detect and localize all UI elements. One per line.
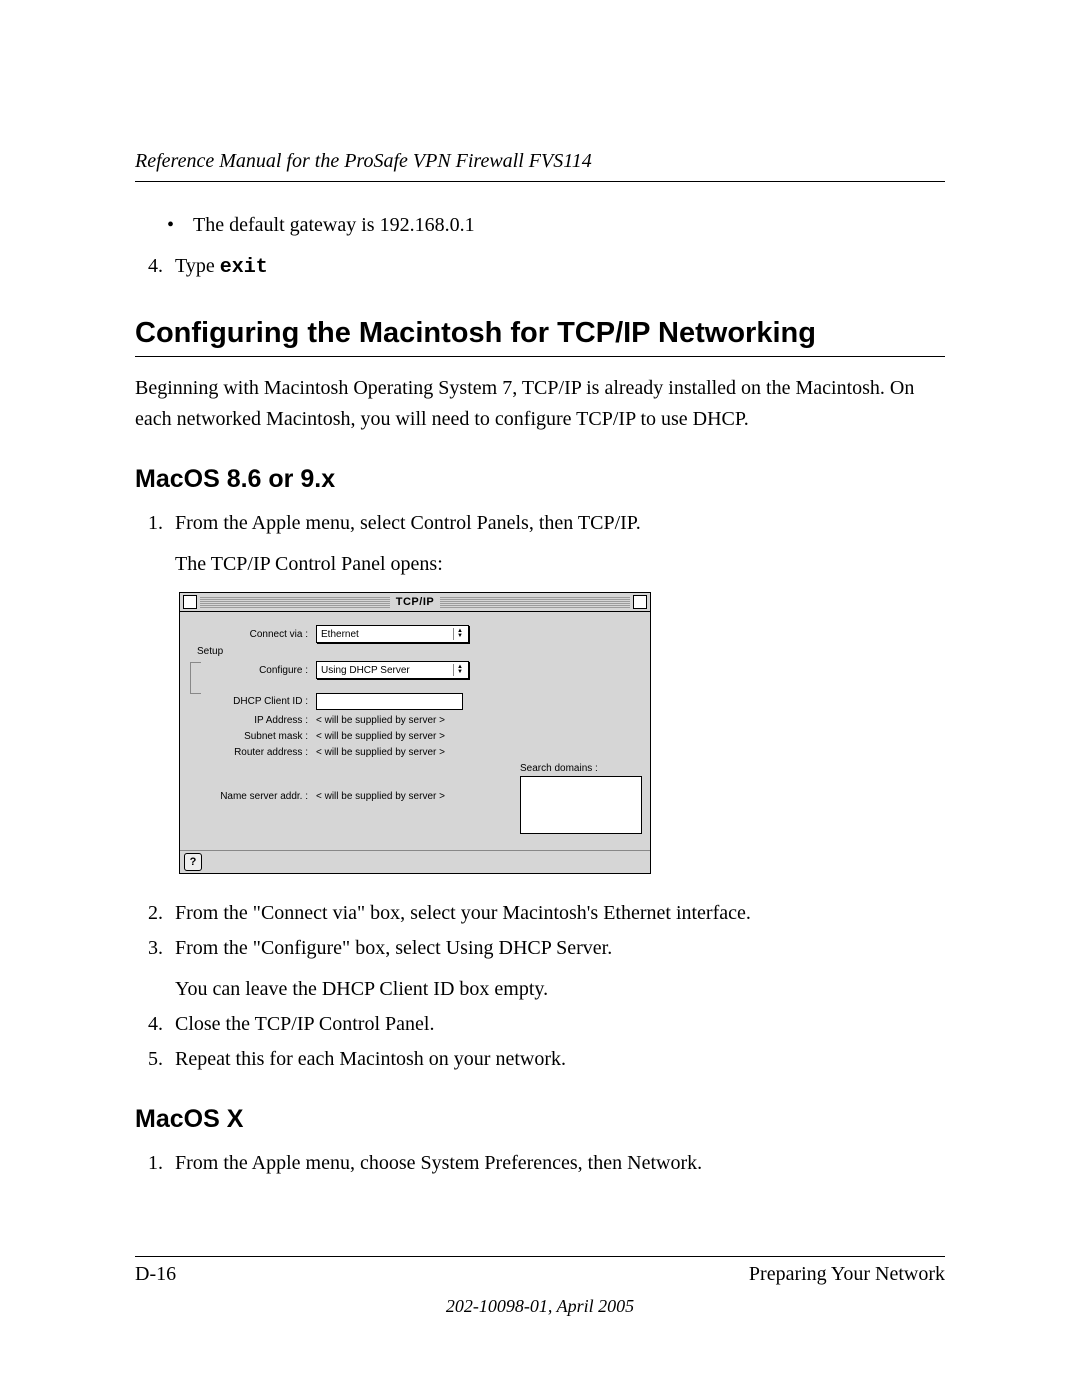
label-subnet-mask: Subnet mask : <box>188 731 316 742</box>
step-text: Type <box>175 255 220 277</box>
footer-rule <box>135 1256 945 1257</box>
macosx-step-1: 1. From the Apple menu, choose System Pr… <box>135 1148 945 1179</box>
updown-arrows-icon: ▲▼ <box>453 628 466 640</box>
bullet-list: The default gateway is 192.168.0.1 <box>135 210 945 241</box>
window-titlebar: TCP/IP <box>180 593 650 612</box>
select-value: Ethernet <box>321 629 359 640</box>
section-heading: Configuring the Macintosh for TCP/IP Net… <box>135 317 945 357</box>
step-line-2: The TCP/IP Control Panel opens: <box>175 549 945 580</box>
label-router-address: Router address : <box>188 747 316 758</box>
label-dhcp-client-id: DHCP Client ID : <box>188 696 316 707</box>
step-body: Type exit <box>175 251 945 283</box>
command-text: exit <box>220 256 268 279</box>
row-configure: Configure : Using DHCP Server ▲▼ <box>188 661 642 679</box>
step-line-2: You can leave the DHCP Client ID box emp… <box>175 974 945 1005</box>
macos9-step-3: 3. From the "Configure" box, select Usin… <box>135 933 945 1005</box>
row-name-server: Name server addr. : < will be supplied b… <box>188 791 445 802</box>
titlebar-stripes: TCP/IP <box>200 596 630 608</box>
step-body: From the Apple menu, select Control Pane… <box>175 508 945 580</box>
value-ip-address: < will be supplied by server > <box>316 715 445 726</box>
macos9-step-1: 1. From the Apple menu, select Control P… <box>135 508 945 580</box>
label-name-server: Name server addr. : <box>188 791 316 802</box>
updown-arrows-icon: ▲▼ <box>453 664 466 676</box>
row-connect-via: Connect via : Ethernet ▲▼ <box>188 625 642 643</box>
step-body: Close the TCP/IP Control Panel. <box>175 1009 945 1040</box>
running-header: Reference Manual for the ProSafe VPN Fir… <box>135 150 945 182</box>
label-connect-via: Connect via : <box>188 629 316 640</box>
step-line-1: From the Apple menu, select Control Pane… <box>175 508 945 539</box>
step-number: 5. <box>135 1044 163 1075</box>
help-icon[interactable]: ? <box>184 853 202 871</box>
subsection-macos-86-9x: MacOS 8.6 or 9.x <box>135 465 945 494</box>
setup-group-border <box>190 662 201 694</box>
close-box-icon[interactable] <box>183 595 197 609</box>
tcpip-window: TCP/IP Connect via : Ethernet ▲▼ Setup <box>179 592 651 874</box>
step-line-1: From the "Configure" box, select Using D… <box>175 933 945 964</box>
step-number: 1. <box>135 508 163 580</box>
bullet-item-default-gateway: The default gateway is 192.168.0.1 <box>135 210 945 241</box>
footer-doc-id: 202-10098-01, April 2005 <box>135 1296 945 1317</box>
row-subnet-mask: Subnet mask : < will be supplied by serv… <box>188 731 642 742</box>
intro-paragraph: Beginning with Macintosh Operating Syste… <box>135 373 945 435</box>
macos9-step-5: 5. Repeat this for each Macintosh on you… <box>135 1044 945 1075</box>
row-dhcp-client-id: DHCP Client ID : <box>188 693 642 710</box>
macos9-step-4: 4. Close the TCP/IP Control Panel. <box>135 1009 945 1040</box>
window-body: Connect via : Ethernet ▲▼ Setup Configur… <box>180 612 650 844</box>
step-number: 3. <box>135 933 163 1005</box>
step-number: 2. <box>135 898 163 929</box>
select-value: Using DHCP Server <box>321 665 410 676</box>
zoom-box-icon[interactable] <box>633 595 647 609</box>
tcpip-panel-figure: TCP/IP Connect via : Ethernet ▲▼ Setup <box>179 592 945 874</box>
step-body: Repeat this for each Macintosh on your n… <box>175 1044 945 1075</box>
footer-row: D-16 Preparing Your Network <box>135 1263 945 1286</box>
window-footer: ? <box>180 850 650 873</box>
page-footer: D-16 Preparing Your Network 202-10098-01… <box>135 1256 945 1317</box>
macos9-step-2: 2. From the "Connect via" box, select yo… <box>135 898 945 929</box>
row-router-address: Router address : < will be supplied by s… <box>188 747 642 758</box>
input-dhcp-client-id[interactable] <box>316 693 463 710</box>
subsection-macos-x: MacOS X <box>135 1105 945 1134</box>
row-ip-address: IP Address : < will be supplied by serve… <box>188 715 642 726</box>
textarea-search-domains[interactable] <box>520 776 642 834</box>
window-title: TCP/IP <box>390 596 440 608</box>
step-4-type-exit: 4. Type exit <box>135 251 945 283</box>
step-number: 1. <box>135 1148 163 1179</box>
label-configure: Configure : <box>188 665 316 676</box>
setup-group-label: Setup <box>194 646 226 657</box>
step-number: 4. <box>135 1009 163 1040</box>
select-connect-via[interactable]: Ethernet ▲▼ <box>316 625 469 643</box>
step-body: From the "Configure" box, select Using D… <box>175 933 945 1005</box>
value-name-server: < will be supplied by server > <box>316 791 445 802</box>
step-body: From the "Connect via" box, select your … <box>175 898 945 929</box>
page-number: D-16 <box>135 1263 176 1286</box>
setup-group: Setup Configure : Using DHCP Server ▲▼ <box>188 648 642 679</box>
select-configure[interactable]: Using DHCP Server ▲▼ <box>316 661 469 679</box>
step-number: 4. <box>135 251 163 283</box>
footer-section-title: Preparing Your Network <box>749 1263 945 1286</box>
value-subnet-mask: < will be supplied by server > <box>316 731 445 742</box>
value-router-address: < will be supplied by server > <box>316 747 445 758</box>
search-domains-group: Name server addr. : < will be supplied b… <box>188 763 642 834</box>
step-body: From the Apple menu, choose System Prefe… <box>175 1148 945 1179</box>
label-ip-address: IP Address : <box>188 715 316 726</box>
document-page: Reference Manual for the ProSafe VPN Fir… <box>0 0 1080 1397</box>
label-search-domains: Search domains : <box>520 763 642 774</box>
